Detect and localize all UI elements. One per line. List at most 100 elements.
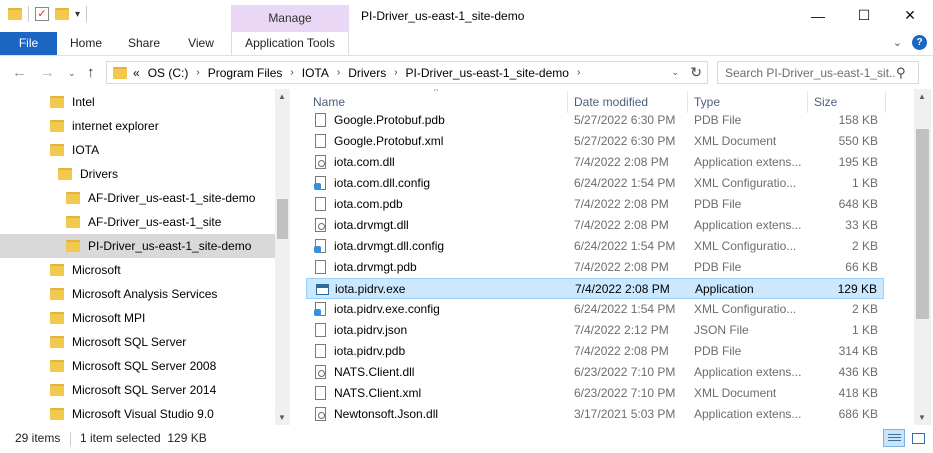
- file-row[interactable]: Newtonsoft.Json.dll 3/17/2021 5:03 PM Appl…: [306, 404, 884, 425]
- scroll-up-arrow-icon[interactable]: ▲: [278, 92, 286, 101]
- file-row[interactable]: iota.com.dll 7/4/2022 2:08 PM Application …: [306, 152, 884, 173]
- tree-item[interactable]: Microsoft SQL Server: [0, 330, 275, 354]
- file-row[interactable]: iota.pidrv.json 7/4/2022 2:12 PM JSON File…: [306, 320, 884, 341]
- chevron-right-icon[interactable]: ›: [337, 67, 340, 78]
- tab-share[interactable]: Share: [115, 32, 173, 55]
- file-row[interactable]: iota.com.dll.config 6/24/2022 1:54 PM XML …: [306, 173, 884, 194]
- window-controls: — ☐ ✕: [795, 0, 933, 31]
- file-row[interactable]: Google.Protobuf.xml 5/27/2022 6:30 PM XML …: [306, 131, 884, 152]
- tree-item[interactable]: AF-Driver_us-east-1_site: [0, 210, 275, 234]
- tree-item[interactable]: Microsoft Analysis Services: [0, 282, 275, 306]
- column-divider[interactable]: [885, 91, 886, 113]
- chevron-right-icon[interactable]: ›: [196, 67, 199, 78]
- file-row[interactable]: iota.pidrv.exe.config 6/24/2022 1:54 PM XM…: [306, 299, 884, 320]
- breadcrumb-program-files[interactable]: Program Files: [208, 66, 283, 80]
- search-input[interactable]: [718, 65, 896, 80]
- column-header-size[interactable]: Size: [814, 95, 837, 109]
- file-row[interactable]: iota.drvmgt.pdb 7/4/2022 2:08 PM PDB File 6…: [306, 257, 884, 278]
- file-row[interactable]: iota.pidrv.exe 7/4/2022 2:08 PM Applicatio…: [306, 278, 884, 299]
- divider: [70, 432, 71, 446]
- breadcrumb-drivers[interactable]: Drivers: [348, 66, 386, 80]
- help-icon[interactable]: ?: [912, 35, 927, 50]
- recent-locations-chevron-icon[interactable]: ⌄: [68, 68, 76, 79]
- chevron-right-icon[interactable]: ›: [577, 67, 580, 78]
- expand-ribbon-icon[interactable]: ⌄: [893, 36, 902, 49]
- new-folder-icon[interactable]: [55, 8, 69, 20]
- file-row[interactable]: NATS.Client.dll 6/23/2022 7:10 PM Applicat…: [306, 362, 884, 383]
- customize-toolbar-icon[interactable]: ▾: [75, 9, 80, 20]
- column-header-date-modified[interactable]: Date modified: [574, 95, 648, 109]
- file-date-modified: 7/4/2022 2:08 PM: [575, 282, 670, 296]
- scrollbar-thumb[interactable]: [916, 129, 929, 319]
- folder-icon[interactable]: [8, 8, 22, 20]
- details-view-button[interactable]: [883, 429, 905, 447]
- column-header-name[interactable]: Name: [313, 95, 345, 109]
- address-bar[interactable]: « OS (C:) › Program Files › IOTA › Drive…: [106, 61, 708, 84]
- scroll-down-arrow-icon[interactable]: ▼: [918, 413, 926, 422]
- application-icon: [316, 284, 329, 295]
- file-row[interactable]: Google.Protobuf.pdb 5/27/2022 6:30 PM PDB …: [306, 110, 884, 131]
- refresh-icon[interactable]: ↻: [690, 64, 702, 81]
- ribbon-tabs: File Home Share View Application Tools ⌄…: [0, 32, 933, 56]
- tree-item-label: AF-Driver_us-east-1_site-demo: [88, 191, 256, 205]
- dll-file-icon: [315, 407, 326, 421]
- tree-item-label: Microsoft Visual Studio 9.0: [72, 407, 214, 421]
- file-list-scrollbar[interactable]: ▲ ▼: [914, 89, 931, 425]
- file-date-modified: 7/4/2022 2:08 PM: [574, 260, 669, 274]
- tree-item[interactable]: Microsoft Visual Studio 9.0: [0, 402, 275, 425]
- column-header-type[interactable]: Type: [694, 95, 720, 109]
- properties-icon[interactable]: ✓: [35, 7, 49, 21]
- file-row[interactable]: iota.drvmgt.dll.config 6/24/2022 1:54 PM X…: [306, 236, 884, 257]
- address-history-chevron-icon[interactable]: ⌄: [671, 67, 679, 78]
- breadcrumb-current-folder[interactable]: PI-Driver_us-east-1_site-demo: [406, 66, 569, 80]
- tree-item-label: IOTA: [72, 143, 100, 157]
- tree-item[interactable]: IOTA: [0, 138, 275, 162]
- breadcrumb-os-c[interactable]: OS (C:): [148, 66, 189, 80]
- search-icon[interactable]: ⚲: [896, 65, 906, 81]
- file-row[interactable]: NATS.Client.xml 6/23/2022 7:10 PM XML Docu…: [306, 383, 884, 404]
- quick-access-toolbar: ✓ ▾: [8, 6, 88, 22]
- up-arrow-icon[interactable]: ↑: [87, 64, 95, 81]
- minimize-button[interactable]: —: [795, 0, 841, 31]
- file-row[interactable]: iota.drvmgt.dll 7/4/2022 2:08 PM Applicati…: [306, 215, 884, 236]
- tree-item[interactable]: AF-Driver_us-east-1_site-demo: [0, 186, 275, 210]
- navigation-pane-scrollbar[interactable]: ▲ ▼: [275, 89, 290, 425]
- chevron-right-icon[interactable]: ›: [394, 67, 397, 78]
- tree-item[interactable]: internet explorer: [0, 114, 275, 138]
- folder-icon: [50, 144, 64, 156]
- scrollbar-thumb[interactable]: [277, 199, 288, 239]
- tree-item[interactable]: Microsoft SQL Server 2014: [0, 378, 275, 402]
- tree-item[interactable]: Drivers: [0, 162, 275, 186]
- folder-icon: [50, 96, 64, 108]
- status-bar: 29 items 1 item selected 129 KB: [0, 425, 933, 453]
- back-arrow-icon[interactable]: ←: [12, 64, 27, 81]
- tab-home[interactable]: Home: [57, 32, 115, 55]
- tree-item[interactable]: Microsoft MPI: [0, 306, 275, 330]
- tree-item[interactable]: Microsoft SQL Server 2008: [0, 354, 275, 378]
- file-row[interactable]: iota.com.pdb 7/4/2022 2:08 PM PDB File 648 …: [306, 194, 884, 215]
- file-size: 129 KB: [837, 282, 877, 296]
- maximize-button[interactable]: ☐: [841, 0, 887, 31]
- tab-file[interactable]: File: [0, 32, 57, 55]
- scroll-down-arrow-icon[interactable]: ▼: [278, 413, 286, 422]
- file-name: iota.pidrv.pdb: [334, 344, 406, 358]
- search-box[interactable]: ⚲: [717, 61, 919, 84]
- breadcrumb-overflow[interactable]: «: [133, 66, 140, 80]
- folder-icon: [50, 120, 64, 132]
- tree-item-label: Microsoft: [72, 263, 121, 277]
- manage-contextual-tab[interactable]: Manage: [231, 5, 349, 32]
- tree-item[interactable]: Microsoft: [0, 258, 275, 282]
- scroll-up-arrow-icon[interactable]: ▲: [918, 92, 926, 101]
- file-size: 314 KB: [838, 344, 878, 358]
- tab-application-tools[interactable]: Application Tools: [231, 32, 349, 55]
- forward-arrow-icon[interactable]: →: [40, 64, 55, 81]
- tab-view[interactable]: View: [173, 32, 229, 55]
- chevron-right-icon[interactable]: ›: [290, 67, 293, 78]
- tree-item[interactable]: Intel: [0, 90, 275, 114]
- tree-item[interactable]: PI-Driver_us-east-1_site-demo: [0, 234, 275, 258]
- file-row[interactable]: iota.pidrv.pdb 7/4/2022 2:08 PM PDB File 31…: [306, 341, 884, 362]
- close-button[interactable]: ✕: [887, 0, 933, 31]
- folder-icon: [50, 312, 64, 324]
- breadcrumb-iota[interactable]: IOTA: [302, 66, 329, 80]
- large-icons-view-button[interactable]: [907, 429, 929, 447]
